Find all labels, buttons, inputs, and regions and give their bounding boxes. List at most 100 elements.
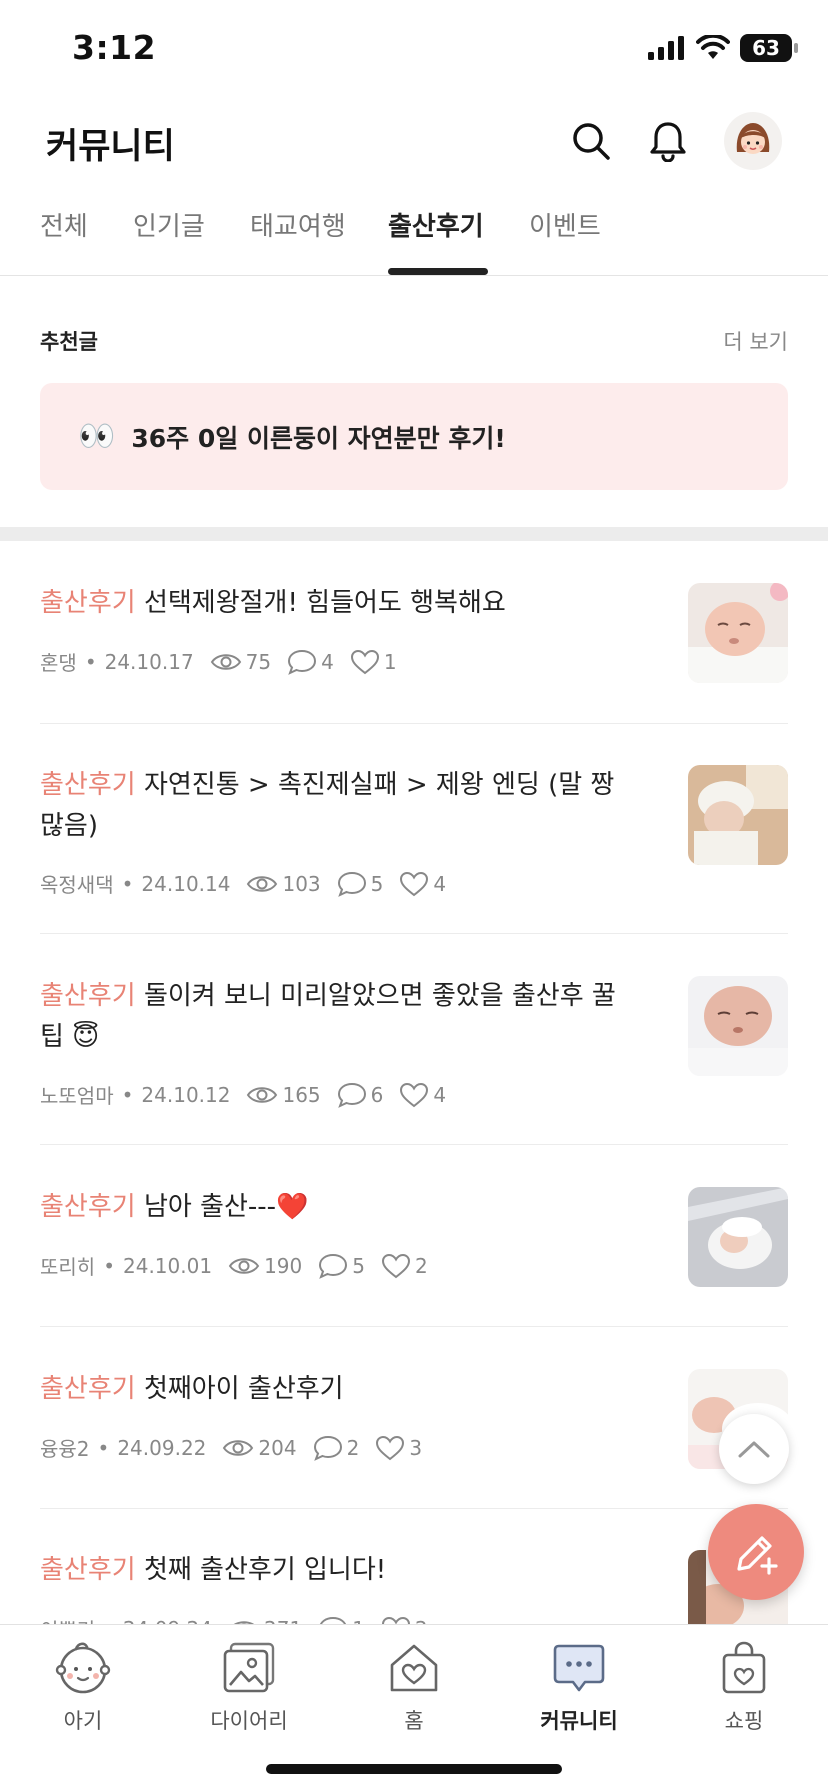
post-date: 24.10.17 [104, 649, 194, 674]
post-category: 출산후기 [40, 588, 136, 618]
recommended-post-title: 36주 0일 이른둥이 자연분만 후기! [131, 423, 506, 453]
chat-bubble-icon [553, 1644, 605, 1692]
home-indicator [266, 1764, 562, 1774]
comment-count: 2 [313, 1435, 359, 1461]
nav-label: 커뮤니티 [540, 1709, 618, 1733]
post-thumbnail [688, 765, 788, 865]
tab-prenatal-trip[interactable]: 태교여행 [250, 206, 346, 243]
heart-icon [400, 1082, 429, 1107]
view-count: 190 [228, 1254, 302, 1278]
post-meta: 또리히 • 24.10.01 190 5 2 [40, 1251, 428, 1280]
eye-icon [223, 1439, 254, 1456]
post-author: 옥정새댁 [40, 873, 114, 897]
baby-icon [55, 1642, 111, 1694]
post-category: 출산후기 [40, 770, 136, 800]
newborn-photo [688, 765, 788, 865]
post-date: 24.10.12 [141, 1082, 231, 1107]
nav-baby[interactable]: 아기 [18, 1639, 148, 1735]
eye-icon [210, 653, 241, 670]
post-item[interactable]: 출산후기 자연진통 > 촉진제실패 > 제왕 엔딩 (말 짱 많음) 옥정새댁 •… [40, 765, 788, 934]
recommended-post-card[interactable]: 👀 36주 0일 이른둥이 자연분만 후기! [40, 383, 788, 490]
page-title: 커뮤니티 [46, 127, 175, 167]
view-count: 75 [210, 650, 271, 674]
recommended-title: 추천글 [40, 330, 98, 354]
chevron-up-icon [738, 1441, 770, 1458]
view-count: 103 [246, 872, 321, 896]
post-item[interactable]: 출산후기 선택제왕절개! 힘들어도 행복해요 혼댕 • 24.10.17 75 4 … [40, 583, 788, 724]
status-bar: 3:12 63 [0, 0, 828, 100]
heart-icon [381, 1253, 410, 1278]
post-item[interactable]: 출산후기 첫째아이 출산후기 융융2 • 24.09.22 204 2 3 [40, 1369, 788, 1509]
tab-all[interactable]: 전체 [40, 206, 88, 243]
post-title: 출산후기 돌이켜 보니 미리알았으면 좋았을 출산후 꿀팁 😇 [40, 976, 630, 1058]
post-date: 24.10.01 [123, 1253, 213, 1278]
signal-icon [648, 36, 684, 60]
like-count: 4 [399, 871, 446, 897]
nav-shopping[interactable]: 쇼핑 [679, 1639, 809, 1735]
heart-icon [376, 1435, 405, 1460]
nav-home[interactable]: 홈 [349, 1639, 479, 1735]
section-divider [0, 527, 828, 541]
profile-avatar-icon [736, 123, 770, 154]
post-thumbnail [688, 1187, 788, 1287]
post-category: 출산후기 [40, 1555, 136, 1585]
post-title-text: 첫째 출산후기 입니다! [143, 1555, 387, 1585]
shopping-bag-icon [722, 1641, 766, 1694]
post-thumbnail [688, 583, 788, 683]
eyes-emoji-icon: 👀 [78, 419, 116, 454]
see-more-link[interactable]: 더 보기 [723, 326, 788, 356]
post-meta: 옥정새댁 • 24.10.14 103 5 4 [40, 869, 446, 898]
heart-icon [400, 871, 429, 896]
bell-icon [650, 122, 686, 162]
comment-icon [288, 649, 317, 675]
post-date: 24.10.14 [141, 871, 231, 896]
battery-indicator: 63 [740, 34, 798, 62]
like-count: 3 [375, 1435, 422, 1461]
post-title: 출산후기 자연진통 > 촉진제실패 > 제왕 엔딩 (말 짱 많음) [40, 765, 630, 847]
heart-icon [350, 649, 379, 674]
wifi-icon [696, 35, 730, 59]
post-title: 출산후기 선택제왕절개! 힘들어도 행복해요 [40, 583, 630, 624]
nav-label: 쇼핑 [724, 1709, 764, 1733]
post-date: 24.09.22 [117, 1435, 207, 1460]
nav-label: 홈 [404, 1709, 424, 1733]
newborn-photo [688, 976, 788, 1076]
comment-icon [313, 1435, 342, 1461]
tab-popular[interactable]: 인기글 [133, 206, 205, 243]
post-meta: 융융2 • 24.09.22 204 2 3 [40, 1433, 422, 1462]
like-count: 4 [399, 1082, 446, 1108]
post-title-text: 선택제왕절개! 힘들어도 행복해요 [143, 588, 506, 618]
post-author: 융융2 [40, 1437, 90, 1461]
nav-diary[interactable]: 다이어리 [184, 1639, 314, 1735]
comment-count: 4 [287, 649, 334, 675]
view-count: 165 [246, 1083, 321, 1107]
search-button[interactable] [568, 118, 614, 164]
post-category: 출산후기 [40, 1192, 136, 1222]
post-author: 또리히 [40, 1255, 96, 1279]
post-item[interactable]: 출산후기 돌이켜 보니 미리알았으면 좋았을 출산후 꿀팁 😇 노또엄마 • 24.… [40, 976, 788, 1145]
comment-icon [319, 1253, 348, 1279]
avatar[interactable] [724, 112, 782, 170]
newborn-photo [688, 583, 788, 683]
comment-icon [337, 871, 366, 897]
post-title: 출산후기 첫째아이 출산후기 [40, 1369, 630, 1410]
active-tab-indicator [388, 268, 488, 275]
like-count: 1 [350, 649, 397, 675]
eye-icon [247, 1086, 278, 1103]
search-icon [573, 123, 610, 160]
tab-birth-review[interactable]: 출산후기 [388, 206, 484, 243]
post-item[interactable]: 출산후기 남아 출산---❤️ 또리히 • 24.10.01 190 5 2 [40, 1187, 788, 1327]
nav-community[interactable]: 커뮤니티 [514, 1639, 644, 1735]
like-count: 2 [381, 1253, 428, 1279]
nav-label: 다이어리 [210, 1709, 288, 1733]
diary-photo-icon [223, 1642, 275, 1693]
post-thumbnail [688, 976, 788, 1076]
post-title-text: 첫째아이 출산후기 [143, 1374, 344, 1404]
post-title: 출산후기 남아 출산---❤️ [40, 1187, 630, 1228]
tab-events[interactable]: 이벤트 [529, 206, 601, 243]
header: 커뮤니티 [0, 100, 828, 184]
notification-button[interactable] [645, 118, 691, 164]
write-post-button[interactable] [708, 1504, 804, 1600]
scroll-to-top-button[interactable] [719, 1414, 789, 1484]
comment-count: 5 [318, 1253, 365, 1279]
